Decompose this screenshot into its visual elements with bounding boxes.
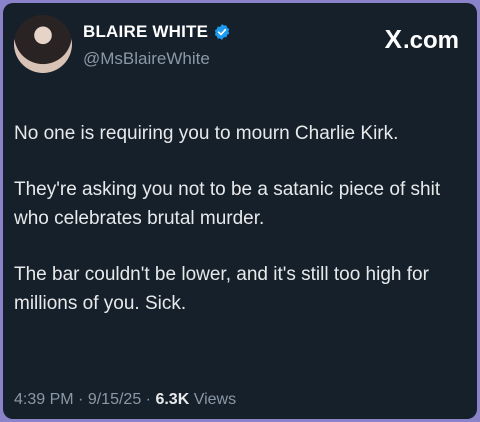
author-display-name[interactable]: BLAIRE WHITE (83, 22, 208, 42)
tweet-paragraph: The bar couldn't be lower, and it's stil… (14, 264, 429, 314)
meta-separator: · (145, 391, 151, 408)
avatar[interactable] (14, 15, 72, 73)
x-logo-icon: X (384, 24, 402, 54)
brand-domain: .com (402, 27, 459, 54)
tweet-text: No one is requiring you to mourn Charlie… (14, 119, 466, 345)
tweet-time[interactable]: 4:39 PM (14, 391, 74, 408)
author-name-row: BLAIRE WHITE (83, 22, 231, 42)
views-count: 6.3K (155, 391, 190, 408)
tweet-meta: 4:39 PM · 9/15/25 · 6.3K Views (14, 391, 236, 409)
brand-logo: X .com (385, 24, 459, 55)
tweet-date[interactable]: 9/15/25 (88, 391, 141, 408)
tweet-paragraph: No one is requiring you to mourn Charlie… (14, 123, 399, 144)
tweet-paragraph: They're asking you not to be a satanic p… (14, 179, 441, 229)
tweet-card: BLAIRE WHITE @MsBlaireWhite X .com No on… (3, 3, 477, 419)
tweet-header: BLAIRE WHITE @MsBlaireWhite X .com (3, 3, 477, 93)
verified-badge-icon (215, 24, 230, 40)
author-handle[interactable]: @MsBlaireWhite (83, 49, 210, 69)
meta-separator: · (78, 391, 84, 408)
views-label: Views (193, 391, 237, 408)
